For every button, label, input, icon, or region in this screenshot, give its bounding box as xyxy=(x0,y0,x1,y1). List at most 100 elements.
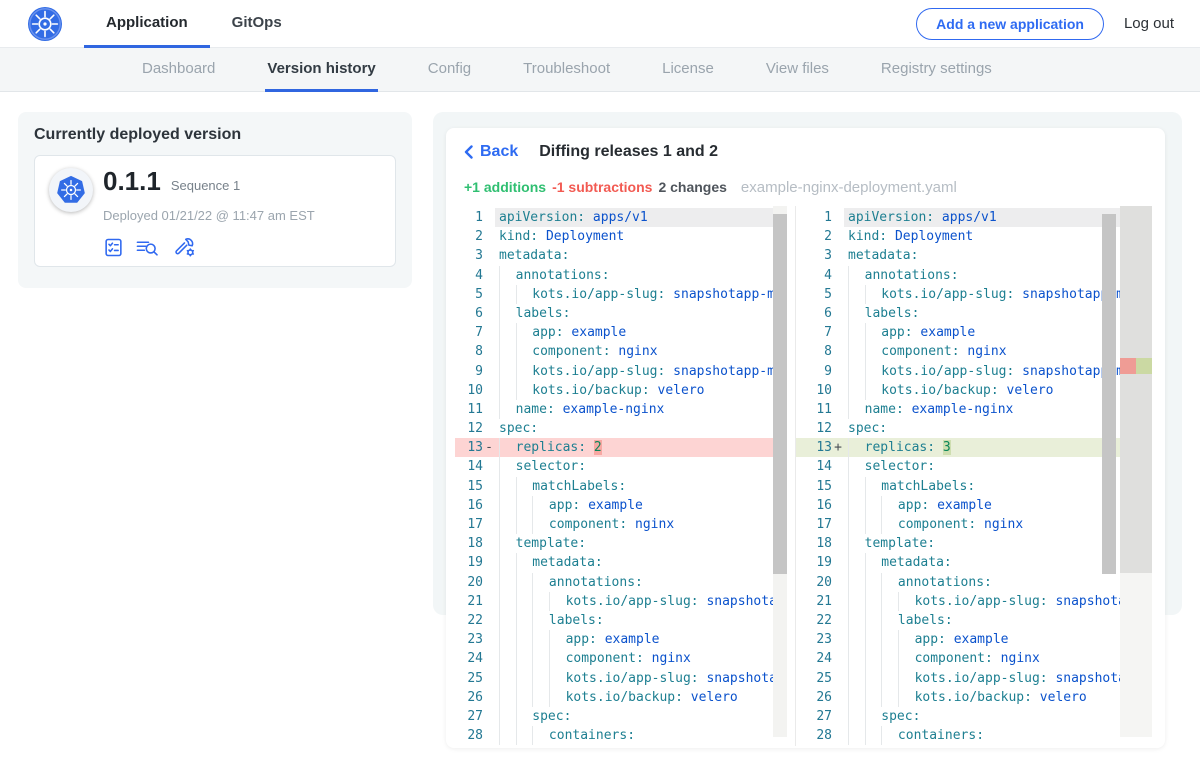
diff-pane-modified[interactable]: 1apiVersion: apps/v12kind: Deployment3me… xyxy=(795,206,1120,746)
code-line[interactable]: 8component: nginx xyxy=(455,342,787,361)
line-number: 17 xyxy=(455,515,495,534)
code-line[interactable]: 1apiVersion: apps/v1 xyxy=(455,208,787,227)
code-line[interactable]: 8component: nginx xyxy=(796,342,1120,361)
code-line[interactable]: 19metadata: xyxy=(796,553,1120,572)
code-line[interactable]: 19metadata: xyxy=(455,553,787,572)
code-line[interactable]: 24component: nginx xyxy=(455,649,787,668)
code-line[interactable]: 7app: example xyxy=(796,323,1120,342)
code-line[interactable]: 18template: xyxy=(455,534,787,553)
line-number: 6 xyxy=(455,304,495,323)
subnav-item-view-files[interactable]: View files xyxy=(764,48,831,92)
back-link[interactable]: Back xyxy=(464,143,518,161)
code-line[interactable]: 13-replicas: 2 xyxy=(455,438,787,457)
tab-application[interactable]: Application xyxy=(84,0,210,48)
subnav-item-version-history[interactable]: Version history xyxy=(265,48,377,92)
code-line[interactable]: 27spec: xyxy=(455,707,787,726)
code-line[interactable]: 5kots.io/app-slug: snapshotapp-mu xyxy=(796,285,1120,304)
code-line[interactable]: 4annotations: xyxy=(796,266,1120,285)
code-line[interactable]: 10kots.io/backup: velero xyxy=(455,381,787,400)
diff-editor: 1apiVersion: apps/v12kind: Deployment3me… xyxy=(455,206,1152,746)
code-line[interactable]: 16app: example xyxy=(455,496,787,515)
code-line[interactable]: 12spec: xyxy=(455,419,787,438)
logout-button[interactable]: Log out xyxy=(1124,15,1174,32)
line-number: 3 xyxy=(455,246,495,265)
code-line[interactable]: 17component: nginx xyxy=(796,515,1120,534)
code-line[interactable]: 6labels: xyxy=(455,304,787,323)
code-line[interactable]: 20annotations: xyxy=(796,573,1120,592)
diff-card: Back Diffing releases 1 and 2 +1 additio… xyxy=(446,128,1165,748)
code-line[interactable]: 9kots.io/app-slug: snapshotapp-mu xyxy=(455,362,787,381)
code-line[interactable]: 21kots.io/app-slug: snapshotap xyxy=(455,592,787,611)
release-notes-button[interactable] xyxy=(103,237,124,258)
line-number: 4 xyxy=(796,266,844,285)
line-number: 22 xyxy=(796,611,844,630)
code-line[interactable]: 2kind: Deployment xyxy=(796,227,1120,246)
view-logs-button[interactable] xyxy=(135,237,163,258)
code-line[interactable]: 3metadata: xyxy=(455,246,787,265)
tab-gitops[interactable]: GitOps xyxy=(210,0,304,48)
line-number: 20 xyxy=(455,573,495,592)
primary-tabs: ApplicationGitOps xyxy=(84,0,304,48)
code-line[interactable]: 28containers: xyxy=(796,726,1120,745)
code-line[interactable]: 9kots.io/app-slug: snapshotapp-mu xyxy=(796,362,1120,381)
line-number: 24 xyxy=(796,649,844,668)
subnav-item-license[interactable]: License xyxy=(660,48,716,92)
code-line[interactable]: 3metadata: xyxy=(796,246,1120,265)
diff-filename: example-nginx-deployment.yaml xyxy=(741,179,957,196)
line-number: 17 xyxy=(796,515,844,534)
code-line[interactable]: 14selector: xyxy=(455,457,787,476)
code-line[interactable]: 27spec: xyxy=(796,707,1120,726)
code-line[interactable]: 22labels: xyxy=(796,611,1120,630)
code-line[interactable]: 16app: example xyxy=(796,496,1120,515)
code-line[interactable]: 2kind: Deployment xyxy=(455,227,787,246)
diff-pane-original[interactable]: 1apiVersion: apps/v12kind: Deployment3me… xyxy=(455,206,787,746)
code-line[interactable]: 20annotations: xyxy=(455,573,787,592)
code-line[interactable]: 24component: nginx xyxy=(796,649,1120,668)
line-number: 10 xyxy=(455,381,495,400)
code-line[interactable]: 22labels: xyxy=(455,611,787,630)
code-line[interactable]: 13+replicas: 3 xyxy=(796,438,1120,457)
code-line[interactable]: 1apiVersion: apps/v1 xyxy=(796,208,1120,227)
line-number: 23 xyxy=(796,630,844,649)
code-line[interactable]: 25kots.io/app-slug: snapshotap xyxy=(455,669,787,688)
code-line[interactable]: 4annotations: xyxy=(455,266,787,285)
code-line[interactable]: 25kots.io/app-slug: snapshotap xyxy=(796,669,1120,688)
line-number: 28 xyxy=(796,726,844,745)
code-line[interactable]: 10kots.io/backup: velero xyxy=(796,381,1120,400)
code-line[interactable]: 18template: xyxy=(796,534,1120,553)
code-line[interactable]: 5kots.io/app-slug: snapshotapp-mu xyxy=(455,285,787,304)
code-line[interactable]: 14selector: xyxy=(796,457,1120,476)
code-line[interactable]: 11name: example-nginx xyxy=(455,400,787,419)
scrollbar-thumb[interactable] xyxy=(773,214,787,574)
scrollbar-thumb[interactable] xyxy=(1102,214,1116,574)
code-line[interactable]: 17component: nginx xyxy=(455,515,787,534)
code-line[interactable]: 7app: example xyxy=(455,323,787,342)
code-line[interactable]: 15matchLabels: xyxy=(455,477,787,496)
code-line[interactable]: 28containers: xyxy=(455,726,787,745)
subnav-item-config[interactable]: Config xyxy=(426,48,473,92)
line-number: 10 xyxy=(796,381,844,400)
subnav-item-registry-settings[interactable]: Registry settings xyxy=(879,48,994,92)
line-number: 12 xyxy=(796,419,844,438)
changes-count: 2 changes xyxy=(658,179,726,195)
code-line[interactable]: 26kots.io/backup: velero xyxy=(455,688,787,707)
diff-overview-ruler[interactable] xyxy=(1120,206,1152,737)
subnav-item-troubleshoot[interactable]: Troubleshoot xyxy=(521,48,612,92)
view-config-button[interactable] xyxy=(174,236,196,258)
line-number: 16 xyxy=(796,496,844,515)
code-line[interactable]: 26kots.io/backup: velero xyxy=(796,688,1120,707)
line-number: 14 xyxy=(796,457,844,476)
line-number: 15 xyxy=(455,477,495,496)
code-line[interactable]: 11name: example-nginx xyxy=(796,400,1120,419)
code-line[interactable]: 15matchLabels: xyxy=(796,477,1120,496)
code-line[interactable]: 23app: example xyxy=(796,630,1120,649)
scrollbar-track[interactable] xyxy=(773,206,787,737)
scrollbar-track[interactable] xyxy=(1102,206,1116,737)
add-application-button[interactable]: Add a new application xyxy=(916,8,1104,40)
line-number: 26 xyxy=(796,688,844,707)
code-line[interactable]: 23app: example xyxy=(455,630,787,649)
code-line[interactable]: 12spec: xyxy=(796,419,1120,438)
subnav-item-dashboard[interactable]: Dashboard xyxy=(140,48,217,92)
code-line[interactable]: 6labels: xyxy=(796,304,1120,323)
code-line[interactable]: 21kots.io/app-slug: snapshotap xyxy=(796,592,1120,611)
